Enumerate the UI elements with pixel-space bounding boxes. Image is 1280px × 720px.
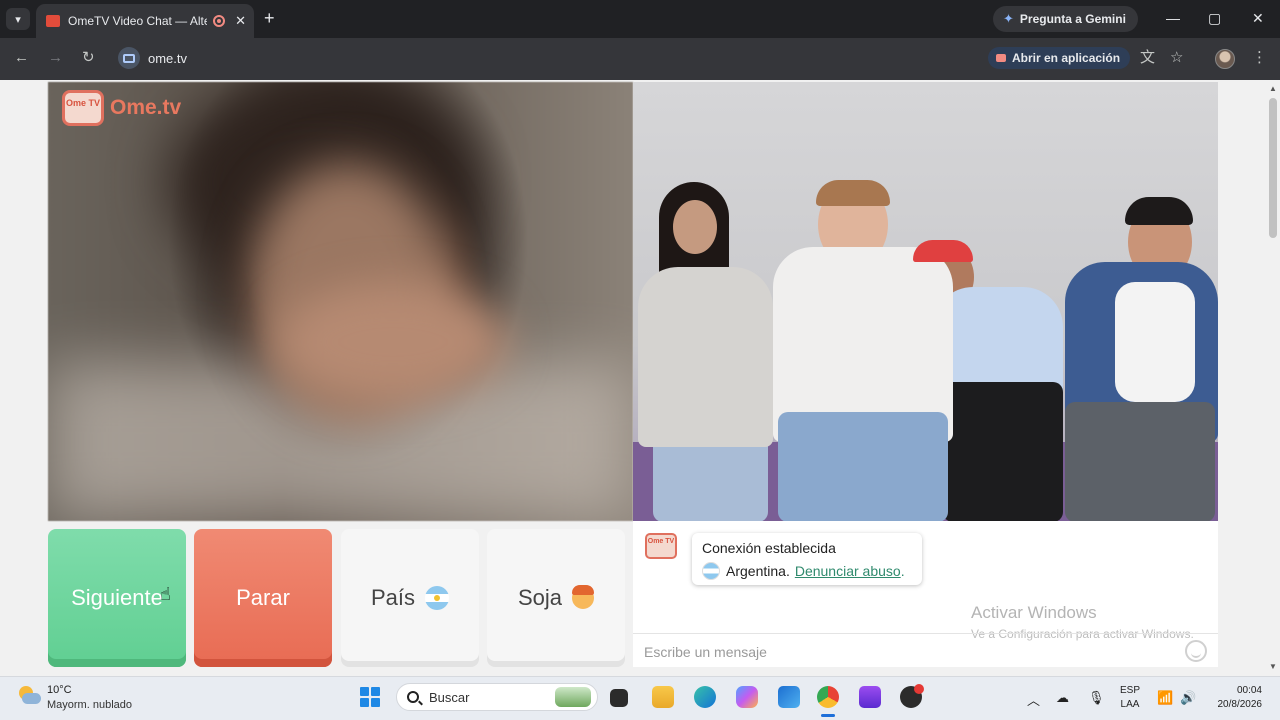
ometv-tv-icon: Ome TV xyxy=(62,90,104,126)
show-hidden-icons-chevron-icon[interactable]: ︿ xyxy=(1027,690,1040,709)
chrome-active-indicator xyxy=(821,714,835,717)
open-in-app-label: Abrir en aplicación xyxy=(1012,51,1121,65)
report-abuse-link[interactable]: Denunciar abuso xyxy=(795,563,901,579)
scroll-down-arrow-icon[interactable]: ▼ xyxy=(1269,662,1277,671)
language-indicator[interactable]: ESP LAA xyxy=(1120,684,1140,712)
taskbar-search-label: Buscar xyxy=(429,689,470,705)
recording-dot-icon xyxy=(914,684,924,694)
site-info-camera-icon[interactable] xyxy=(118,47,140,69)
connection-status-text: Conexión establecida xyxy=(702,540,836,556)
task-view-icon[interactable] xyxy=(610,689,628,707)
ometv-logo[interactable]: Ome TV Ome.tv xyxy=(62,90,181,126)
file-explorer-icon[interactable] xyxy=(652,686,674,708)
browser-tab-active[interactable]: OmeTV Video Chat — Alternativa ✕ xyxy=(36,4,254,38)
argentina-flag-icon xyxy=(702,562,720,580)
ometv-logo-text: Ome.tv xyxy=(110,96,182,119)
forward-arrow-icon[interactable]: → xyxy=(48,50,63,66)
chrome-icon[interactable] xyxy=(817,686,839,708)
window-close-button[interactable]: ✕ xyxy=(1252,10,1264,26)
windows-start-icon[interactable] xyxy=(360,687,380,707)
ometv-favicon-icon xyxy=(46,15,60,27)
app-icon xyxy=(996,54,1006,62)
gemini-spark-icon: ✦ xyxy=(1003,11,1014,26)
bookmark-star-icon[interactable]: ☆ xyxy=(1170,49,1183,67)
window-maximize-button[interactable]: ▢ xyxy=(1208,10,1221,26)
country-filter-button[interactable]: País xyxy=(341,529,479,667)
hand-cursor-icon: ☝ xyxy=(160,584,171,604)
window-minimize-button[interactable]: — xyxy=(1166,10,1180,26)
boy-face-icon xyxy=(572,585,595,609)
copilot-icon[interactable] xyxy=(736,686,758,708)
country-separator: . xyxy=(785,563,790,579)
browser-title-bar: ▾ OmeTV Video Chat — Alternativa ✕ + ✦ P… xyxy=(0,0,1280,38)
new-tab-button[interactable]: + xyxy=(264,9,275,27)
next-button-label: Siguiente xyxy=(71,585,163,610)
tab-search-chevron-icon[interactable]: ▾ xyxy=(6,8,30,30)
country-filter-label: País xyxy=(370,585,416,610)
scroll-up-arrow-icon[interactable]: ▲ xyxy=(1269,84,1277,93)
language-code: ESP xyxy=(1120,685,1141,696)
clock-time: 00:04 xyxy=(1236,685,1262,696)
clock-date: 20/8/2026 xyxy=(1217,699,1263,710)
report-period: . xyxy=(900,563,905,579)
volume-icon[interactable]: 🔊 xyxy=(1180,690,1196,706)
browser-toolbar: ← → ↻ ome.tv Abrir en aplicación 文 ☆ ⋮ xyxy=(0,38,1280,80)
partner-country-text: Argentina xyxy=(726,563,786,579)
weather-temperature[interactable]: 10°C xyxy=(47,684,72,696)
emoji-smile-icon[interactable] xyxy=(1185,640,1207,662)
reload-icon[interactable]: ↻ xyxy=(82,50,95,66)
chat-divider xyxy=(633,633,1218,634)
wifi-icon[interactable]: 📶 xyxy=(1157,690,1173,706)
stop-button-label: Parar xyxy=(236,585,290,610)
address-bar-url[interactable]: ome.tv xyxy=(148,51,187,66)
profile-avatar[interactable] xyxy=(1215,49,1235,69)
tab-close-icon[interactable]: ✕ xyxy=(235,13,246,29)
back-arrow-icon[interactable]: ← xyxy=(14,50,29,66)
browser-menu-icon[interactable]: ⋮ xyxy=(1252,49,1267,67)
taskbar-search-box[interactable]: Buscar xyxy=(396,683,598,711)
page-scrollbar[interactable]: ▲ ▼ xyxy=(1266,80,1280,676)
weather-condition[interactable]: Mayorm. nublado xyxy=(47,699,132,711)
remote-video-feed xyxy=(633,82,1218,521)
activate-windows-title: Activar Windows xyxy=(971,603,1097,622)
search-highlight-tree-icon xyxy=(555,687,591,707)
local-video-feed xyxy=(48,82,633,521)
recording-indicator-icon xyxy=(213,15,226,27)
activate-windows-subtitle: Ve a Configuración para activar Windows. xyxy=(971,627,1194,641)
edge-browser-icon[interactable] xyxy=(694,686,716,708)
outlook-icon[interactable] xyxy=(778,686,800,708)
microphone-icon[interactable]: 🎙 xyxy=(1088,690,1105,706)
ask-gemini-button[interactable]: ✦ Pregunta a Gemini xyxy=(993,6,1138,32)
argentina-flag-icon xyxy=(425,586,450,610)
ometv-chat-logo-icon: Ome TV xyxy=(645,533,677,559)
system-clock[interactable]: 00:04 20/8/2026 xyxy=(1208,684,1263,712)
cloud-sync-icon[interactable]: ☁ xyxy=(1056,690,1069,706)
gender-filter-label: Soja xyxy=(517,585,563,610)
open-in-app-button[interactable]: Abrir en aplicación xyxy=(988,47,1131,69)
weather-cloud-sun-icon[interactable] xyxy=(17,686,41,706)
chat-message-input[interactable] xyxy=(644,643,1164,661)
gender-filter-button[interactable]: Soja xyxy=(487,529,625,667)
keyboard-layout: LAA xyxy=(1120,699,1140,710)
stop-button[interactable]: Parar xyxy=(194,529,332,667)
stacked-app-icon[interactable] xyxy=(859,686,881,708)
search-icon xyxy=(407,691,419,703)
system-message-bubble: Conexión establecida Argentina . Denunci… xyxy=(692,533,922,585)
translate-icon[interactable]: 文 xyxy=(1140,49,1155,67)
tab-title: OmeTV Video Chat — Alternativa xyxy=(68,14,207,28)
ask-gemini-label: Pregunta a Gemini xyxy=(1019,12,1126,26)
scrollbar-thumb[interactable] xyxy=(1269,98,1277,238)
